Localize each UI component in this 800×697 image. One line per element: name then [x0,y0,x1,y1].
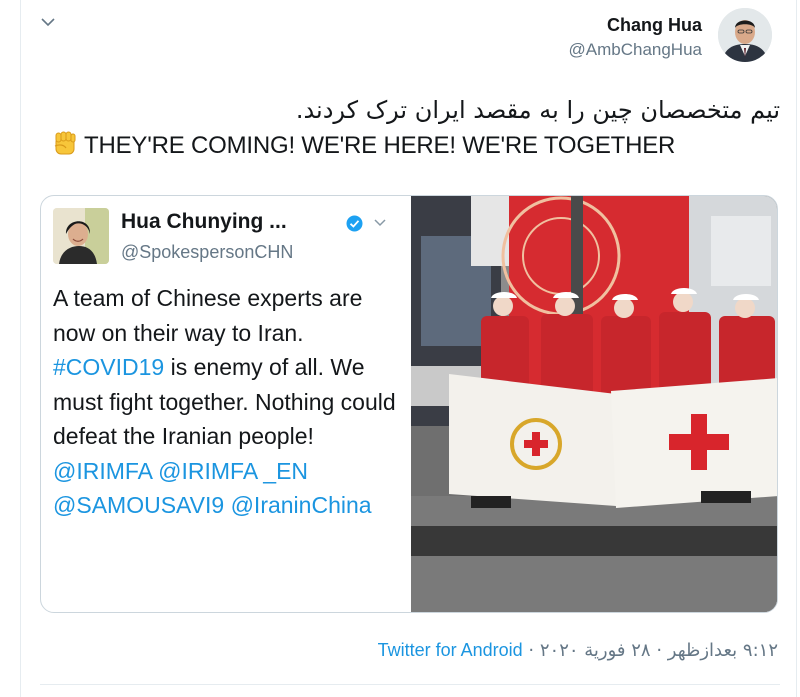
quoted-tweet-photo[interactable] [411,196,777,612]
tweet-text: تیم متخصصان چین را به مقصد ایران ترک کرد… [50,92,780,164]
quoted-author-name[interactable]: Hua Chunying ... [121,210,287,234]
tweet-text-persian: تیم متخصصان چین را به مقصد ایران ترک کرد… [295,96,780,124]
quoted-chevron-down-icon[interactable] [373,218,387,228]
footer-separator: · [528,640,535,661]
mention-link[interactable]: @SAMOUSAVI9 [53,492,224,518]
mention-link[interactable]: @IRIMFA _EN [158,458,308,484]
verified-badge-icon [346,215,363,232]
quoted-avatar[interactable] [53,208,109,264]
quoted-tweet-body: A team of Chinese experts are now on the… [53,281,405,523]
raised-fist-icon [54,131,76,155]
mention-link[interactable]: @IRIMFA [53,458,152,484]
tweet-text-english: THEY'RE COMING! WE'RE HERE! WE'RE TOGETH… [84,132,676,159]
hashtag-link[interactable]: #COVID19 [53,354,164,380]
quoted-avatar-image [53,208,109,264]
tweet-footer: ٩:١٢ بعدازظهر · ٢٨ فورية ٢٠٢٠ · Twitter … [378,640,778,661]
frame-right-border [796,0,797,697]
frame-left-border [20,0,21,697]
author-name[interactable]: Chang Hua [569,14,702,36]
quoted-tweet-content: Hua Chunying ... @SpokespersonCHN A team… [41,196,411,612]
quoted-text-part-1: A team of Chinese experts are now on the… [53,285,363,346]
quoted-tweet-card[interactable]: Hua Chunying ... @SpokespersonCHN A team… [40,195,778,613]
author-handle[interactable]: @AmbChangHua [569,39,703,61]
tweet-text-english-line: THEY'RE COMING! WE'RE HERE! WE'RE TOGETH… [50,128,780,164]
tweet-author[interactable]: Chang Hua @AmbChangHua [569,14,703,61]
avatar[interactable] [718,8,772,62]
quoted-author-handle[interactable]: @SpokespersonCHN [121,242,293,263]
chevron-down-icon[interactable] [40,16,56,28]
team-photo-image [411,196,777,612]
tweet-date[interactable]: ٢٨ فورية ٢٠٢٠ [540,640,651,661]
tweet-source-link[interactable]: Twitter for Android [378,640,523,660]
mention-link[interactable]: @IraninChina [231,492,372,518]
footer-divider [40,684,780,685]
footer-separator: · [656,640,663,661]
avatar-portrait-image [718,8,772,62]
tweet-time[interactable]: ٩:١٢ بعدازظهر [668,640,778,661]
